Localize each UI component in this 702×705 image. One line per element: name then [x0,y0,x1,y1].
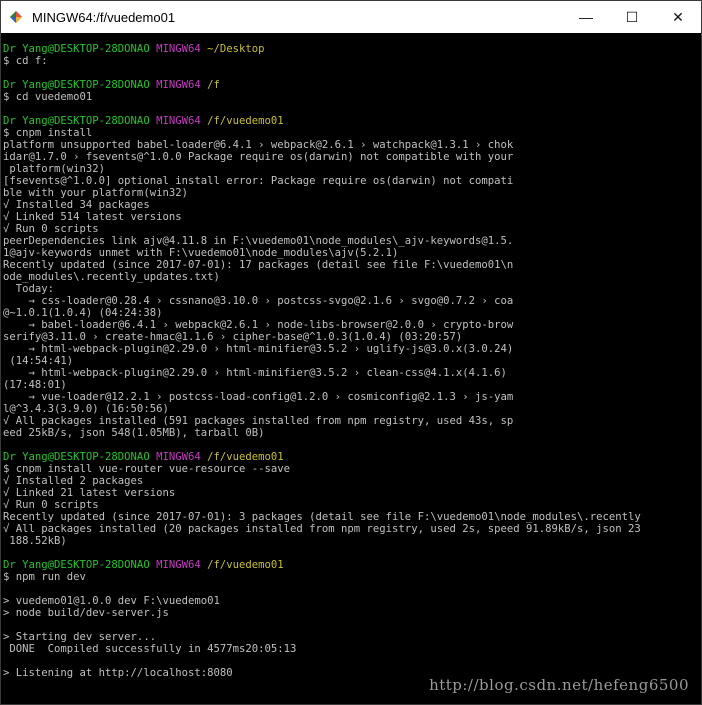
prompt-line: Dr Yang@DESKTOP-28DONAO MINGW64 ~/Deskto… [3,43,687,55]
prompt-user: Dr Yang@DESKTOP-28DONAO [3,115,150,127]
output-line: √ Installed 34 packages [3,199,150,211]
output-line: 188.52kB) [3,535,67,547]
output-line: l@^3.4.3(3.9.0) (16:50:56) [3,403,169,415]
output-line: peerDependencies link ajv@4.11.8 in F:\v… [3,235,514,247]
prompt-user: Dr Yang@DESKTOP-28DONAO [3,451,150,463]
output-line: → babel-loader@6.4.1 › webpack@2.6.1 › n… [3,319,514,331]
output-line: √ Installed 2 packages [3,475,144,487]
output-line: > Starting dev server... [3,631,157,643]
prompt-shell: MINGW64 [156,451,201,463]
output-line: → html-webpack-plugin@2.29.0 › html-mini… [3,343,514,355]
output-line: (17:48:01) [3,379,67,391]
output-line: Recently updated (since 2017-07-01): 3 p… [3,511,641,523]
prompt-path: /f/vuedemo01 [207,559,284,571]
output-line: √ All packages installed (591 packages i… [3,415,514,427]
output-line: Recently updated (since 2017-07-01): 17 … [3,259,514,271]
command-line: $ cnpm install [3,127,93,139]
terminal-output[interactable]: Dr Yang@DESKTOP-28DONAO MINGW64 ~/Deskto… [3,43,687,704]
prompt-shell: MINGW64 [156,43,201,55]
output-line: √ Linked 514 latest versions [3,211,182,223]
output-line: DONE Compiled successfully in 4577ms20:0… [3,643,297,655]
output-line: √ Run 0 scripts [3,499,99,511]
output-line: [fsevents@^1.0.0] optional install error… [3,175,514,187]
command-line: $ npm run dev [3,571,86,583]
install-output: platform unsupported babel-loader@6.4.1 … [3,139,687,439]
minimize-icon: — [579,9,593,25]
dev-output: > vuedemo01@1.0.0 dev F:\vuedemo01 > node… [3,583,687,679]
prompt-line: Dr Yang@DESKTOP-28DONAO MINGW64 /f [3,79,687,91]
scrollbar[interactable] [689,33,701,704]
prompt-shell: MINGW64 [156,559,201,571]
output-line: → html-webpack-plugin@2.29.0 › html-mini… [3,367,507,379]
output-line: serify@3.11.0 › create-hmac@1.1.6 › ciph… [3,331,463,343]
prompt-path: /f/vuedemo01 [207,115,284,127]
title-bar[interactable]: MINGW64:/f/vuedemo01 — ☐ ✕ [1,1,701,33]
prompt-shell: MINGW64 [156,115,201,127]
prompt-line: Dr Yang@DESKTOP-28DONAO MINGW64 /f/vuede… [3,115,687,127]
minimize-button[interactable]: — [563,1,609,33]
window-title: MINGW64:/f/vuedemo01 [32,9,176,25]
output-line: Today: [3,283,55,295]
output-line: ble with your platform(win32) [3,187,188,199]
output-line: → vue-loader@12.2.1 › postcss-load-confi… [3,391,514,403]
prompt-path: /f/vuedemo01 [207,451,284,463]
prompt-user: Dr Yang@DESKTOP-28DONAO [3,79,150,91]
command-line: $ cnpm install vue-router vue-resource -… [3,463,291,475]
command-line: $ cd vuedemo01 [3,91,93,103]
terminal-window: MINGW64:/f/vuedemo01 — ☐ ✕ Dr Yang@DESKT… [0,0,702,705]
install-router-output: √ Installed 2 packages √ Linked 21 latest… [3,475,687,547]
command-line: $ cd f: [3,55,48,67]
watermark: http://blog.csdn.net/hefeng6500 [429,676,689,694]
prompt-line: Dr Yang@DESKTOP-28DONAO MINGW64 /f/vuede… [3,559,687,571]
output-line: ode_modules\.recently_updates.txt) [3,271,220,283]
prompt-line: Dr Yang@DESKTOP-28DONAO MINGW64 /f/vuede… [3,451,687,463]
close-icon: ✕ [672,8,684,25]
output-line: √ Linked 21 latest versions [3,487,176,499]
maximize-button[interactable]: ☐ [609,1,655,33]
output-line: → css-loader@0.28.4 › cssnano@3.10.0 › p… [3,295,514,307]
output-line: 1@ajv-keywords unmet with F:\vuedemo01\n… [3,247,399,259]
output-line: platform(win32) [3,163,106,175]
output-line: > node build/dev-server.js [3,607,169,619]
prompt-user: Dr Yang@DESKTOP-28DONAO [3,559,150,571]
prompt-user: Dr Yang@DESKTOP-28DONAO [3,43,150,55]
mingw-terminal-icon [10,11,22,23]
output-line: eed 25kB/s, json 548(1.05MB), tarball 0B… [3,427,265,439]
output-line: @~1.0.1(1.0.4) (04:24:38) [3,307,163,319]
output-line: idar@1.7.0 › fsevents@^1.0.0 Package req… [3,151,514,163]
prompt-path: /f [207,79,220,91]
output-line: > vuedemo01@1.0.0 dev F:\vuedemo01 [3,595,220,607]
output-line: √ Run 0 scripts [3,223,99,235]
prompt-path: ~/Desktop [207,43,265,55]
output-line: (14:54:41) [3,355,74,367]
output-line: √ All packages installed (20 packages in… [3,523,641,535]
close-button[interactable]: ✕ [655,1,701,33]
prompt-shell: MINGW64 [156,79,201,91]
maximize-icon: ☐ [625,8,639,25]
window-controls: — ☐ ✕ [563,1,701,33]
output-line: platform unsupported babel-loader@6.4.1 … [3,139,514,151]
